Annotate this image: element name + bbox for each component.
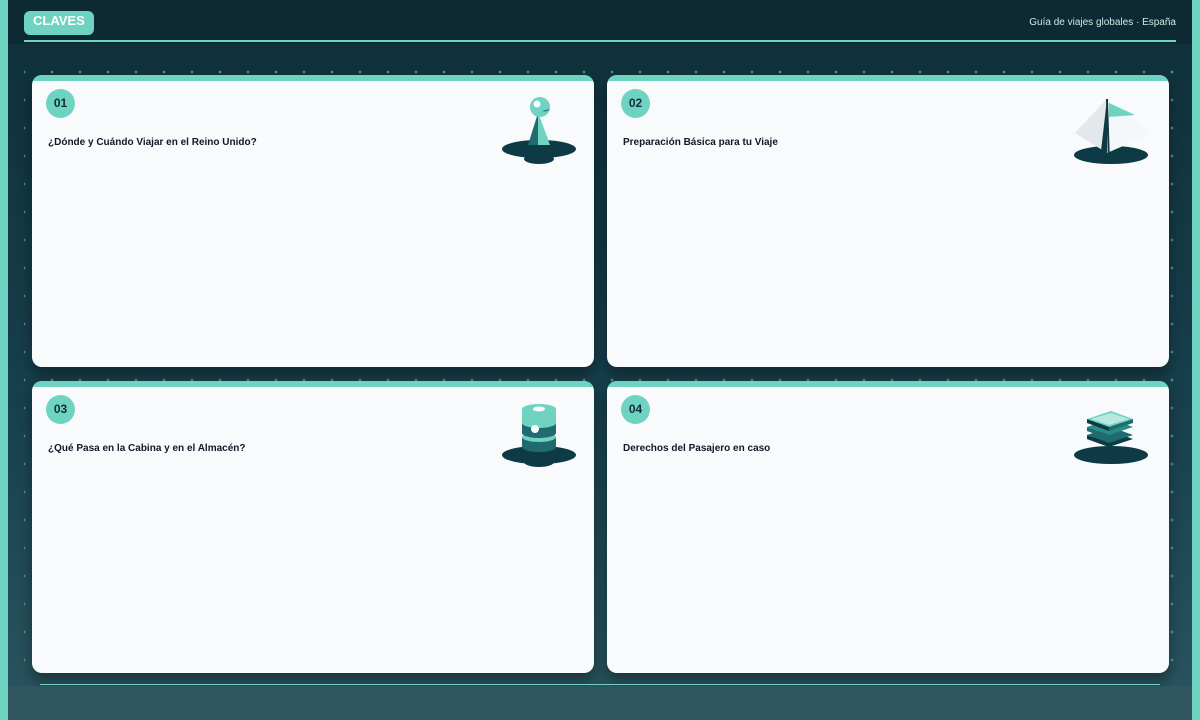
left-accent-bar [0,0,8,720]
card-04: 04 Derechos del Pasajero en caso [607,381,1169,673]
card-number: 04 [621,395,650,424]
card-02: 02 Preparación Básica para tu Viaje [607,75,1169,367]
tent-icon [1074,98,1153,164]
card-title: Preparación Básica para tu Viaje [623,137,778,148]
card-title: Derechos del Pasajero en caso [623,443,771,454]
card-number: 02 [621,89,650,118]
card-number: 03 [46,395,75,424]
card-number: 01 [46,89,75,118]
card-title: ¿Qué Pasa en la Cabina y en el Almacén? [48,443,246,454]
footer-band [8,686,1192,720]
right-accent-bar [1192,0,1200,720]
book-stack-icon [1074,411,1148,464]
card-title: ¿Dónde y Cuándo Viajar en el Reino Unido… [48,137,257,148]
card-03: 03 ¿Qué Pasa en la Cabina y en el Almacé… [32,381,594,673]
claves-badge: CLAVES [24,11,94,35]
coin-stack-icon [502,404,576,467]
guide-meta: Guía de viajes globales · España [1029,17,1176,28]
header: CLAVES Guía de viajes globales · España [8,0,1192,44]
card-01: 01 ¿Dónde y Cuándo Viajar en el Reino Un… [32,75,594,367]
footer-divider [40,684,1160,685]
header-divider [24,40,1176,42]
sailboat-icon [502,97,576,164]
